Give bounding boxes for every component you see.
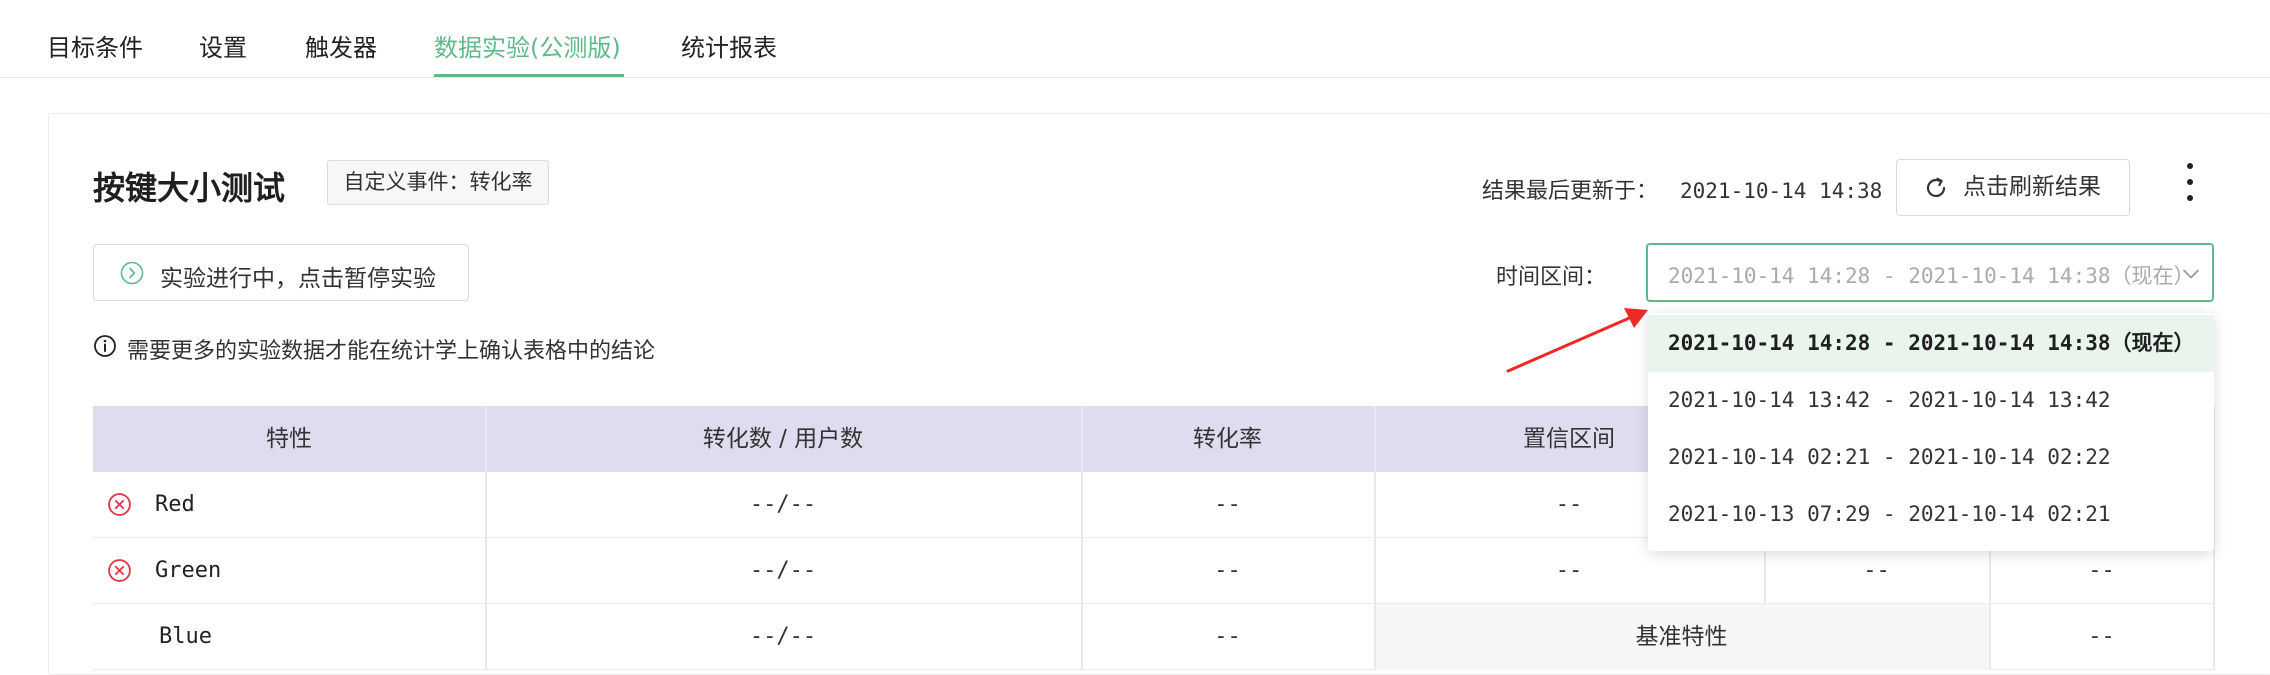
- header-conversions-users: 转化数 / 用户数: [702, 426, 864, 452]
- close-circle-icon: [108, 559, 131, 582]
- rate-cell: --: [1214, 492, 1241, 517]
- rate-cell: --: [1214, 558, 1241, 583]
- tab-statistics-report[interactable]: 统计报表: [681, 28, 777, 63]
- feature-name: Green: [155, 558, 222, 583]
- column6-cell: --: [2088, 624, 2115, 649]
- time-range-select[interactable]: 2021-10-14 14:28 - 2021-10-14 14:38（现在）: [1646, 243, 2214, 302]
- feature-name: Red: [155, 492, 195, 517]
- conversions-cell: --/--: [749, 558, 817, 583]
- data-notice-text: 需要更多的实验数据才能在统计学上确认表格中的结论: [127, 339, 656, 364]
- tab-triggers[interactable]: 触发器: [305, 28, 377, 63]
- last-updated-label: 结果最后更新于：: [1482, 179, 1659, 204]
- time-range-dropdown: 2021-10-14 14:28 - 2021-10-14 14:38（现在） …: [1648, 313, 2214, 551]
- refresh-icon: [1926, 177, 1946, 198]
- more-vertical-icon: [2187, 163, 2193, 169]
- tab-bar: 目标条件 设置 触发器 数据实验(公测版) 统计报表: [0, 0, 2270, 78]
- refresh-results-button[interactable]: 点击刷新结果: [1896, 159, 2130, 216]
- active-tab-indicator: [434, 74, 624, 77]
- info-icon: [94, 335, 116, 357]
- more-options-button[interactable]: [2175, 160, 2205, 204]
- tab-data-experiment[interactable]: 数据实验(公测版): [434, 28, 621, 63]
- conversions-cell: --/--: [749, 492, 817, 517]
- tab-settings[interactable]: 设置: [199, 28, 247, 63]
- pause-experiment-label: 实验进行中，点击暂停实验: [160, 266, 436, 292]
- feature-name: Blue: [159, 624, 212, 649]
- experiment-title: 按键大小测试: [93, 169, 286, 207]
- time-range-value: 2021-10-14 14:28 - 2021-10-14 14:38（现在）: [1668, 264, 2195, 288]
- conversions-cell: --/--: [749, 624, 817, 649]
- play-circle-icon: [120, 261, 144, 285]
- time-range-option[interactable]: 2021-10-13 07:29 - 2021-10-14 02:21: [1648, 486, 2214, 543]
- refresh-results-label: 点击刷新结果: [1963, 174, 2101, 200]
- time-range-option[interactable]: 2021-10-14 02:21 - 2021-10-14 02:22: [1648, 429, 2214, 486]
- tab-target-conditions[interactable]: 目标条件: [47, 28, 143, 63]
- last-updated: 结果最后更新于： 2021-10-14 14:38: [1482, 173, 1882, 205]
- table-row[interactable]: Blue --/-- -- 基准特性 --: [93, 604, 2214, 670]
- baseline-feature-cell: 基准特性: [1374, 604, 1989, 670]
- time-range-option[interactable]: 2021-10-14 13:42 - 2021-10-14 13:42: [1648, 372, 2214, 429]
- annotation-arrow-icon: [1506, 308, 1648, 373]
- last-updated-time: 2021-10-14 14:38: [1680, 179, 1883, 203]
- chevron-down-icon: [2183, 269, 2199, 279]
- time-range-label: 时间区间：: [1496, 265, 1607, 290]
- header-conversion-rate: 转化率: [1193, 426, 1262, 452]
- event-tag: 自定义事件：转化率: [327, 160, 549, 205]
- close-circle-icon: [108, 493, 131, 516]
- pause-experiment-button[interactable]: 实验进行中，点击暂停实验: [93, 244, 469, 301]
- rate-cell: --: [1214, 624, 1241, 649]
- header-feature: 特性: [266, 426, 312, 452]
- time-range-option[interactable]: 2021-10-14 14:28 - 2021-10-14 14:38（现在）: [1648, 315, 2214, 372]
